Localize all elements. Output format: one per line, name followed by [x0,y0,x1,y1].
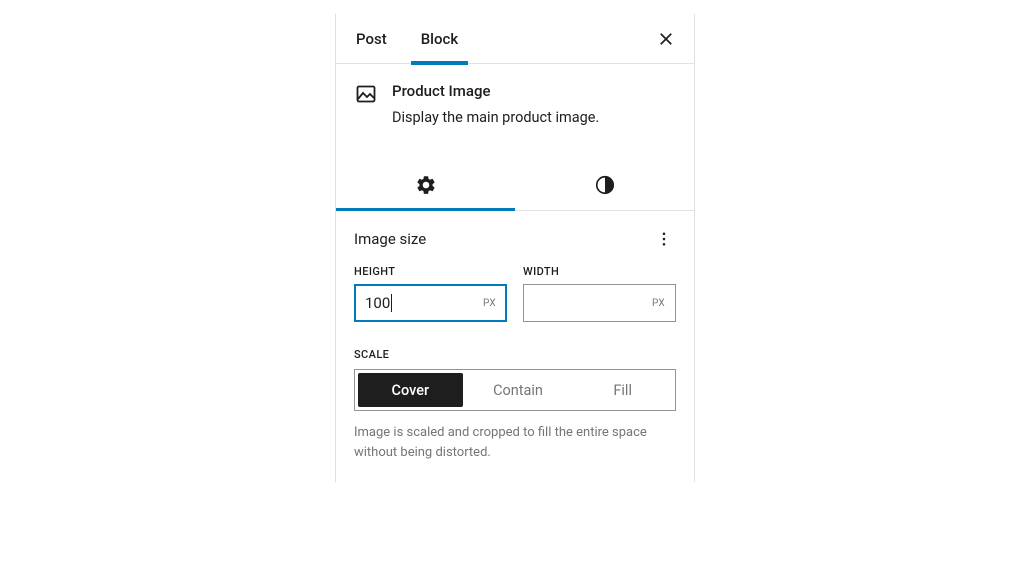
close-icon [657,30,675,48]
scale-section: SCALE Cover Contain Fill [336,330,694,411]
scale-cover-label: Cover [392,382,430,399]
tab-block-label: Block [421,30,458,48]
tab-block[interactable]: Block [417,14,462,64]
half-circle-icon [594,174,616,196]
width-input-wrapper[interactable]: PX [523,284,676,322]
height-label: HEIGHT [354,265,507,278]
dimension-fields: HEIGHT 100 PX WIDTH PX [336,257,694,330]
scale-label: SCALE [354,348,676,361]
block-description: Display the main product image. [392,108,599,128]
text-cursor [391,294,392,312]
styles-subtab[interactable] [515,160,694,210]
width-field: WIDTH PX [523,265,676,322]
tab-post[interactable]: Post [352,14,391,64]
image-icon [354,82,378,106]
scale-contain-button[interactable]: Contain [466,370,571,410]
scale-fill-label: Fill [613,382,632,399]
scale-fill-button[interactable]: Fill [570,370,675,410]
height-field: HEIGHT 100 PX [354,265,507,322]
height-value: 100 [365,294,390,312]
block-card: Product Image Display the main product i… [336,64,694,140]
scale-help-text: Image is scaled and cropped to fill the … [336,411,694,481]
gear-icon [415,174,437,196]
width-label: WIDTH [523,265,676,278]
section-options-button[interactable] [652,227,676,251]
height-unit[interactable]: PX [477,298,496,309]
block-card-text: Product Image Display the main product i… [392,82,599,128]
close-panel-button[interactable] [654,27,678,51]
settings-subtab[interactable] [336,160,515,210]
width-unit[interactable]: PX [646,298,665,309]
width-input[interactable] [534,295,646,312]
image-size-title: Image size [354,230,426,248]
block-title: Product Image [392,82,599,100]
settings-styles-tabs [336,160,694,211]
scale-toggle-group: Cover Contain Fill [354,369,676,411]
scale-contain-label: Contain [493,382,543,399]
block-settings-panel: Post Block Product Image Display the mai… [335,14,695,482]
scale-cover-button[interactable]: Cover [358,373,463,407]
tab-post-label: Post [356,30,387,48]
kebab-icon [655,230,673,248]
height-input-wrapper[interactable]: 100 PX [354,284,507,322]
image-size-section-header: Image size [336,211,694,257]
panel-tabs: Post Block [336,14,694,64]
